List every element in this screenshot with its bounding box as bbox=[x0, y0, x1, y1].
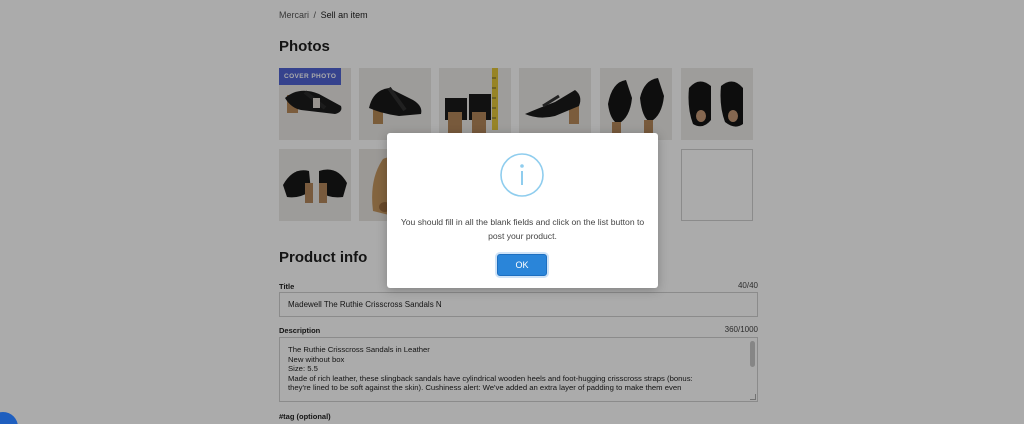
info-icon bbox=[500, 153, 544, 197]
ok-button[interactable]: OK bbox=[497, 254, 547, 276]
dialog-message: You should fill in all the blank fields … bbox=[400, 217, 645, 241]
info-dialog: You should fill in all the blank fields … bbox=[387, 133, 658, 288]
